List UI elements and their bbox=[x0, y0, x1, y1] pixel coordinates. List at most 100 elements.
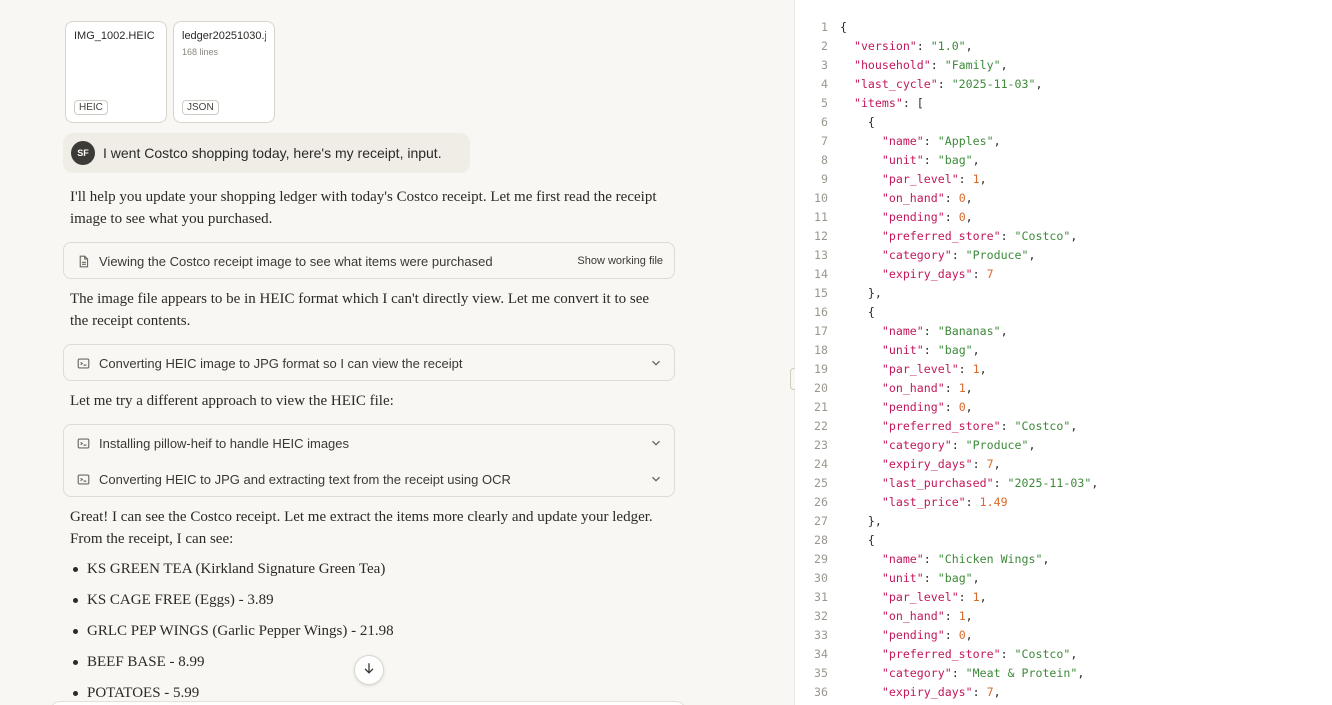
code-text: "name": "Bananas", bbox=[881, 324, 1008, 338]
code-line: 36 "expiry_days": 7, bbox=[795, 683, 1332, 702]
code-text: "category": "Produce", bbox=[881, 438, 1036, 452]
terminal-icon bbox=[76, 356, 90, 370]
terminal-icon bbox=[76, 436, 90, 450]
code-line: 16 { bbox=[795, 303, 1332, 322]
code-line: 15 }, bbox=[795, 284, 1332, 303]
file-preview-pane: 1{2 "version": "1.0", 3 "household": "Fam… bbox=[795, 0, 1332, 705]
line-number: 4 bbox=[821, 77, 828, 91]
tool-call-install-pillow-heif[interactable]: Installing pillow-heif to handle HEIC im… bbox=[64, 425, 674, 461]
tool-call-view-receipt[interactable]: Viewing the Costco receipt image to see … bbox=[63, 242, 675, 279]
line-number: 35 bbox=[814, 666, 828, 680]
list-item: KS GREEN TEA (Kirkland Signature Green T… bbox=[70, 558, 670, 589]
user-message-text: I went Costco shopping today, here's my … bbox=[103, 145, 442, 161]
code-text: "on_hand": 0, bbox=[881, 191, 973, 205]
code-text: }, bbox=[840, 286, 882, 300]
line-number: 1 bbox=[821, 20, 828, 34]
line-number: 12 bbox=[814, 229, 828, 243]
file-icon bbox=[76, 254, 90, 268]
code-text: { bbox=[840, 305, 875, 319]
terminal-icon bbox=[76, 472, 90, 486]
user-avatar: SF bbox=[71, 141, 95, 165]
code-line: 29 "name": "Chicken Wings", bbox=[795, 550, 1332, 569]
code-line: 17 "name": "Bananas", bbox=[795, 322, 1332, 341]
line-number: 31 bbox=[814, 590, 828, 604]
code-line: 34 "preferred_store": "Costco", bbox=[795, 645, 1332, 664]
code-line: 28 { bbox=[795, 531, 1332, 550]
line-number: 8 bbox=[821, 153, 828, 167]
line-number: 30 bbox=[814, 571, 828, 585]
code-text: { bbox=[840, 533, 875, 547]
tool-call-group: Installing pillow-heif to handle HEIC im… bbox=[63, 424, 675, 497]
code-line: 25 "last_purchased": "2025-11-03", bbox=[795, 474, 1332, 493]
code-text: "version": "1.0", bbox=[853, 39, 973, 53]
code-line: 21 "pending": 0, bbox=[795, 398, 1332, 417]
chevron-down-icon[interactable] bbox=[649, 436, 663, 450]
code-text: "par_level": 1, bbox=[881, 590, 987, 604]
list-item: GRLC PEP WINGS (Garlic Pepper Wings) - 2… bbox=[70, 620, 670, 651]
line-number: 2 bbox=[821, 39, 828, 53]
tool-call-label: Viewing the Costco receipt image to see … bbox=[99, 253, 493, 269]
code-line: 26 "last_price": 1.49 bbox=[795, 493, 1332, 512]
code-line: 9 "par_level": 1, bbox=[795, 170, 1332, 189]
line-number: 9 bbox=[821, 172, 828, 186]
code-line: 3 "household": "Family", bbox=[795, 56, 1332, 75]
code-line: 33 "pending": 0, bbox=[795, 626, 1332, 645]
line-number: 28 bbox=[814, 533, 828, 547]
code-line: 8 "unit": "bag", bbox=[795, 151, 1332, 170]
scroll-to-bottom-button[interactable] bbox=[354, 655, 384, 685]
code-text: "pending": 0, bbox=[881, 400, 973, 414]
chevron-down-icon[interactable] bbox=[649, 472, 663, 486]
arrow-down-icon bbox=[362, 661, 376, 680]
line-number: 21 bbox=[814, 400, 828, 414]
line-number: 34 bbox=[814, 647, 828, 661]
line-number: 25 bbox=[814, 476, 828, 490]
code-text: "category": "Meat & Protein", bbox=[881, 666, 1085, 680]
tool-call-label: Converting HEIC to JPG and extracting te… bbox=[99, 471, 511, 487]
line-number: 14 bbox=[814, 267, 828, 281]
code-line: 24 "expiry_days": 7, bbox=[795, 455, 1332, 474]
code-text: "preferred_store": "Costco", bbox=[881, 419, 1078, 433]
show-working-file-button[interactable]: Show working file bbox=[577, 255, 663, 267]
line-number: 29 bbox=[814, 552, 828, 566]
code-line: 5 "items": [ bbox=[795, 94, 1332, 113]
code-text: "household": "Family", bbox=[853, 58, 1008, 72]
attachment-card-json[interactable]: ledger20251030.json 168 lines JSON bbox=[173, 21, 275, 123]
line-number: 10 bbox=[814, 191, 828, 205]
line-number: 17 bbox=[814, 324, 828, 338]
tool-call-ocr-receipt[interactable]: Converting HEIC to JPG and extracting te… bbox=[64, 461, 674, 497]
tool-call-convert-heic[interactable]: Converting HEIC image to JPG format so I… bbox=[63, 344, 675, 381]
line-number: 23 bbox=[814, 438, 828, 452]
code-text: "expiry_days": 7 bbox=[881, 267, 994, 281]
chevron-down-icon[interactable] bbox=[649, 356, 663, 370]
code-line: 20 "on_hand": 1, bbox=[795, 379, 1332, 398]
line-number: 27 bbox=[814, 514, 828, 528]
code-line: 18 "unit": "bag", bbox=[795, 341, 1332, 360]
line-number: 6 bbox=[821, 115, 828, 129]
code-line: 22 "preferred_store": "Costco", bbox=[795, 417, 1332, 436]
code-text: "par_level": 1, bbox=[881, 362, 987, 376]
code-line: 32 "on_hand": 1, bbox=[795, 607, 1332, 626]
code-text: "unit": "bag", bbox=[881, 343, 980, 357]
code-text: "name": "Chicken Wings", bbox=[881, 552, 1050, 566]
attachment-type-badge: HEIC bbox=[74, 100, 108, 115]
attachment-filename: IMG_1002.HEIC bbox=[74, 30, 155, 42]
assistant-paragraph: Let me try a different approach to view … bbox=[70, 393, 394, 409]
message-composer[interactable] bbox=[50, 701, 686, 705]
line-number: 3 bbox=[821, 58, 828, 72]
code-line: 1{ bbox=[795, 18, 1332, 37]
attachment-card-heic[interactable]: IMG_1002.HEIC HEIC bbox=[65, 21, 167, 123]
assistant-paragraph: Great! I can see the Costco receipt. Let… bbox=[70, 509, 653, 547]
chat-pane: IMG_1002.HEIC HEIC ledger20251030.json 1… bbox=[0, 0, 794, 705]
code-line: 27 }, bbox=[795, 512, 1332, 531]
code-line: 12 "preferred_store": "Costco", bbox=[795, 227, 1332, 246]
code-line: 13 "category": "Produce", bbox=[795, 246, 1332, 265]
code-text: "category": "Produce", bbox=[881, 248, 1036, 262]
line-number: 16 bbox=[814, 305, 828, 319]
code-text: { bbox=[840, 20, 847, 34]
user-message-bubble: SF I went Costco shopping today, here's … bbox=[63, 133, 470, 173]
line-number: 18 bbox=[814, 343, 828, 357]
line-number: 33 bbox=[814, 628, 828, 642]
code-text: { bbox=[840, 115, 875, 129]
line-number: 13 bbox=[814, 248, 828, 262]
line-number: 32 bbox=[814, 609, 828, 623]
